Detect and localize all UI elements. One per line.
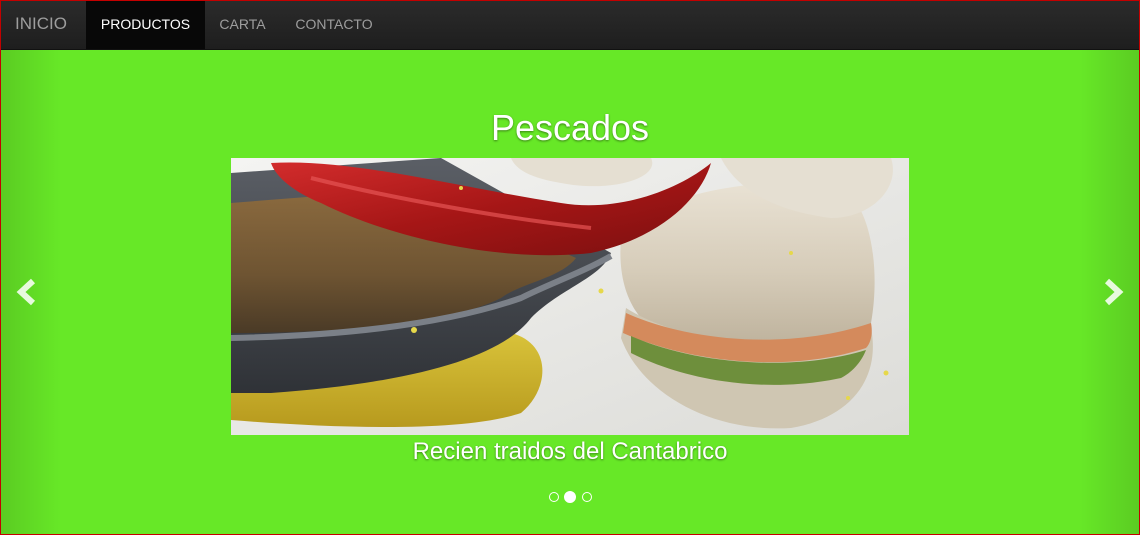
nav-item-contacto[interactable]: CONTACTO: [280, 1, 388, 49]
carousel-next-button[interactable]: [1093, 272, 1133, 312]
carousel-indicator-3[interactable]: [582, 492, 592, 502]
chevron-right-icon: [1104, 278, 1124, 306]
carousel: Pescados Recien traidos del Cantabrico: [1, 50, 1139, 534]
slide-title: Pescados: [490, 107, 650, 148]
carousel-indicator-1[interactable]: [549, 492, 559, 502]
carousel-prev-button[interactable]: [7, 272, 47, 312]
nav-item-productos[interactable]: PRODUCTOS: [86, 1, 205, 49]
brand-link[interactable]: INICIO: [15, 1, 67, 49]
slide-image: [231, 158, 909, 435]
fish-dish-photo: [231, 158, 909, 435]
navbar: INICIO PRODUCTOS CARTA CONTACTO: [1, 1, 1139, 50]
carousel-indicator-2[interactable]: [564, 491, 576, 503]
chevron-left-icon: [16, 278, 36, 306]
nav-item-carta[interactable]: CARTA: [205, 1, 280, 49]
page: INICIO PRODUCTOS CARTA CONTACTO Pescados: [0, 0, 1140, 535]
slide-caption: Recien traidos del Cantabrico: [412, 438, 728, 465]
